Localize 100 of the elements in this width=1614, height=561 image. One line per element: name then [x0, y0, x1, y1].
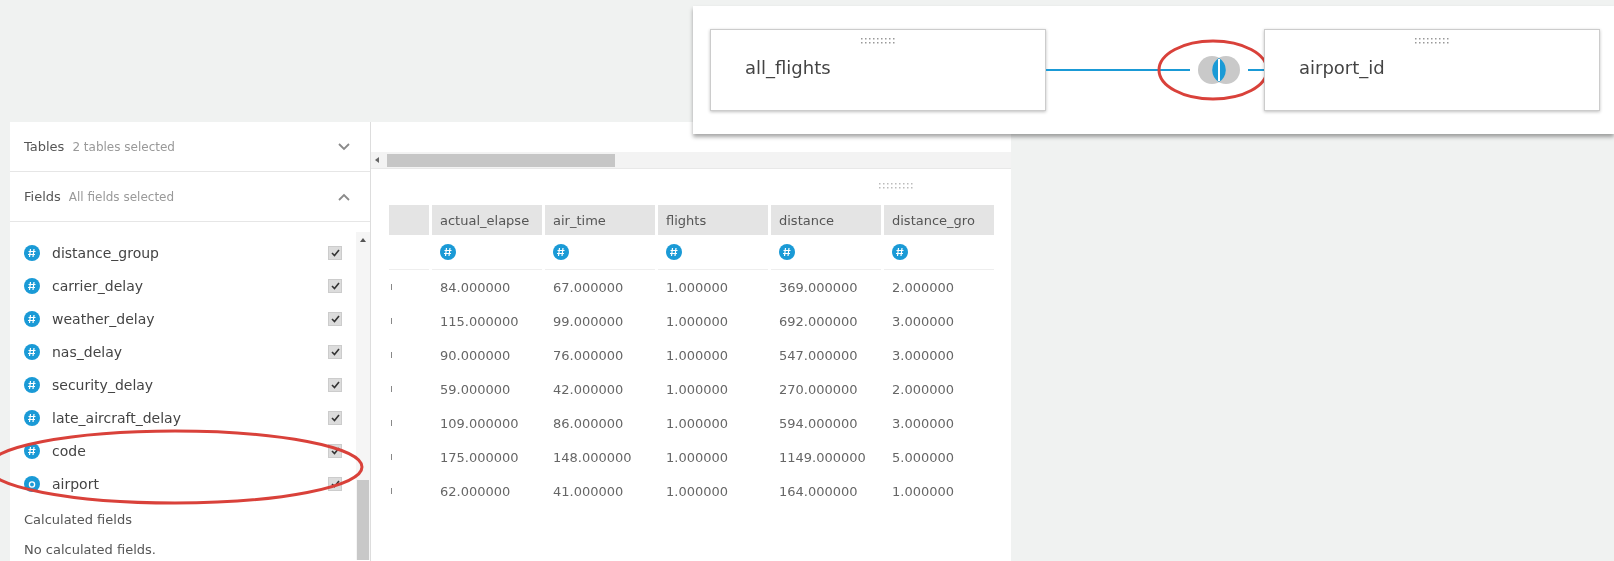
text-type-icon: [24, 475, 40, 492]
table-cell-text: 76.000000: [552, 346, 625, 365]
drag-handle-icon[interactable]: [879, 183, 913, 189]
vertical-scrollbar[interactable]: [356, 232, 370, 560]
column-header[interactable]: air_time: [545, 205, 655, 235]
table-cell-text: 3.000000: [891, 312, 956, 331]
table-cell-text: 115.000000: [439, 312, 520, 331]
row-marker: [391, 488, 392, 494]
checkmark-icon: [330, 479, 340, 488]
section-title: Fields: [24, 189, 61, 204]
table-cell-text: 59.000000: [439, 380, 512, 399]
table-cell-text: 1.000000: [665, 482, 730, 501]
number-type-icon: [24, 343, 40, 360]
field-checkbox[interactable]: [328, 344, 342, 359]
table-cell-text: 86.000000: [552, 414, 625, 433]
horizontal-scrollbar[interactable]: [371, 152, 1011, 169]
column-header[interactable]: distance_gro: [884, 205, 994, 235]
row-marker: [391, 386, 392, 392]
field-checkbox[interactable]: [328, 245, 342, 260]
table-cell-text: 270.000000: [778, 380, 859, 399]
number-type-icon: [779, 244, 795, 260]
field-name: nas_delay: [52, 343, 123, 360]
checkmark-icon: [330, 314, 340, 323]
drag-handle-icon[interactable]: [861, 38, 895, 44]
field-checkbox[interactable]: [328, 410, 342, 425]
row-marker: [391, 352, 392, 358]
chevron-up-icon[interactable]: [338, 192, 350, 201]
number-type-icon: [892, 244, 908, 260]
number-type-icon: [440, 244, 456, 260]
table-cell-text: 90.000000: [439, 346, 512, 365]
row-marker: [391, 318, 392, 324]
scroll-up-arrow-icon[interactable]: [360, 238, 366, 242]
table-name: all_flights: [745, 57, 831, 78]
field-name: late_aircraft_delay: [52, 409, 182, 426]
field-name: airport: [52, 475, 100, 492]
row-marker: [391, 454, 392, 460]
checkmark-icon: [330, 248, 340, 257]
row-marker: [391, 284, 392, 290]
number-type-icon: [24, 244, 40, 261]
table-cell-text: 2.000000: [891, 278, 956, 297]
table-cell-text: 99.000000: [552, 312, 625, 331]
table-cell-text: 67.000000: [552, 278, 625, 297]
table-cell-text: 1.000000: [665, 380, 730, 399]
table-cell-text: 1.000000: [665, 346, 730, 365]
field-name: carrier_delay: [52, 277, 145, 294]
table-cell-text: 42.000000: [552, 380, 625, 399]
field-name: distance_group: [52, 244, 160, 261]
table-cell-text: 41.000000: [552, 482, 625, 501]
column-header[interactable]: distance: [771, 205, 881, 235]
number-type-icon: [24, 310, 40, 327]
scroll-left-arrow-icon[interactable]: [375, 157, 379, 163]
number-type-icon: [24, 376, 40, 393]
row-marker: [391, 420, 392, 426]
table-cell-text: 369.000000: [778, 278, 859, 297]
table-cell-text: 1149.000000: [778, 448, 867, 467]
column-header[interactable]: flights: [658, 205, 768, 235]
table-cell-text: 547.000000: [778, 346, 859, 365]
scrollbar-thumb[interactable]: [357, 480, 369, 560]
table-cell-text: 3.000000: [891, 346, 956, 365]
checkmark-icon: [330, 380, 340, 389]
table-cell-text: 2.000000: [891, 380, 956, 399]
table-cell-text: 164.000000: [778, 482, 859, 501]
field-name: weather_delay: [52, 310, 156, 327]
column-header[interactable]: actual_elapse: [432, 205, 542, 235]
field-checkbox[interactable]: [328, 377, 342, 392]
field-name: code: [52, 442, 87, 459]
checkmark-icon: [330, 413, 340, 422]
number-type-icon: [24, 442, 40, 459]
number-type-icon: [24, 409, 40, 426]
table-cell-text: 5.000000: [891, 448, 956, 467]
table-cell-text: 84.000000: [439, 278, 512, 297]
table-cell-text: 109.000000: [439, 414, 520, 433]
number-type-icon: [24, 277, 40, 294]
field-checkbox[interactable]: [328, 278, 342, 293]
number-type-icon: [666, 244, 682, 260]
table-node[interactable]: airport_id: [1264, 29, 1600, 111]
field-checkbox[interactable]: [328, 311, 342, 326]
calculated-fields-heading: Calculated fields: [24, 510, 133, 529]
table-cell-text: 1.000000: [891, 482, 956, 501]
table-cell-text: 692.000000: [778, 312, 859, 331]
field-name: security_delay: [52, 376, 155, 393]
drag-handle-icon[interactable]: [1415, 38, 1449, 44]
checkmark-icon: [330, 281, 340, 290]
connector-line: [1248, 69, 1264, 71]
table-cell-text: 1.000000: [665, 414, 730, 433]
section-summary: All fields selected: [68, 189, 176, 204]
chevron-down-icon[interactable]: [338, 142, 350, 151]
table-cell-text: 62.000000: [439, 482, 512, 501]
table-cell-text: 148.000000: [552, 448, 633, 467]
table-cell-text: 3.000000: [891, 414, 956, 433]
number-type-icon: [553, 244, 569, 260]
fields-section-header[interactable]: Fields All fields selected: [10, 172, 370, 222]
tables-section-header[interactable]: Tables 2 tables selected: [10, 122, 370, 172]
table-cell-text: 594.000000: [778, 414, 859, 433]
table-node[interactable]: all_flights: [710, 29, 1046, 111]
section-summary: 2 tables selected: [72, 139, 176, 154]
header-cell: [389, 205, 429, 235]
table-cell-text: 1.000000: [665, 312, 730, 331]
checkmark-icon: [330, 347, 340, 356]
section-title: Tables: [24, 139, 65, 154]
